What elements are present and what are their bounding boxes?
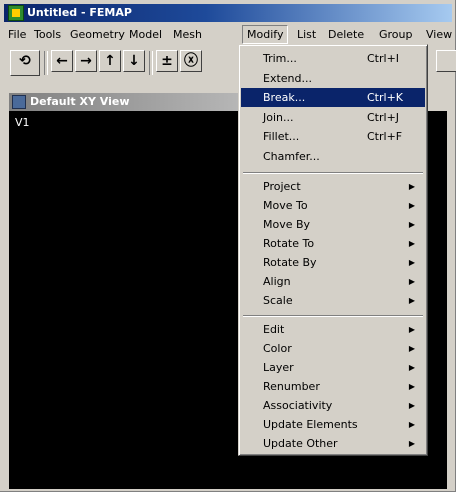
toolbar-separator xyxy=(149,51,153,75)
rotate-view-button[interactable]: ⟲ xyxy=(10,50,40,76)
menu-item-fillet[interactable]: Fillet... Ctrl+F xyxy=(241,127,425,146)
menu-item-rotate-to[interactable]: Rotate To ▶ xyxy=(241,234,425,253)
menu-delete[interactable]: Delete xyxy=(324,26,368,43)
submenu-arrow-icon: ▶ xyxy=(408,239,415,248)
menu-bar: File Tools Geometry Model Mesh Modify Li… xyxy=(4,24,452,44)
menu-item-rotate-by[interactable]: Rotate By ▶ xyxy=(241,253,425,272)
app-window: Untitled - FEMAP File Tools Geometry Mod… xyxy=(0,0,456,492)
menu-item-trim[interactable]: Trim... Ctrl+I xyxy=(241,49,425,68)
view-title-bar[interactable]: Default XY View xyxy=(9,93,247,111)
menu-item-project[interactable]: Project ▶ xyxy=(241,177,425,196)
menu-file[interactable]: File xyxy=(4,26,30,43)
menu-item-scale[interactable]: Scale ▶ xyxy=(241,291,425,310)
menu-view[interactable]: View xyxy=(422,26,456,43)
menu-item-move-by[interactable]: Move By ▶ xyxy=(241,215,425,234)
window-title: Untitled - FEMAP xyxy=(27,6,132,19)
submenu-arrow-icon: ▶ xyxy=(408,325,415,334)
toolbar-separator xyxy=(44,51,48,75)
menu-list[interactable]: List xyxy=(293,26,320,43)
submenu-arrow-icon: ▶ xyxy=(408,363,415,372)
plus-minus-button[interactable]: ± xyxy=(156,50,178,72)
rotate-x-button[interactable]: ⓧ xyxy=(180,50,202,72)
up-arrow-button[interactable]: ↑ xyxy=(99,50,121,72)
right-arrow-button[interactable]: → xyxy=(75,50,97,72)
menu-geometry[interactable]: Geometry xyxy=(66,26,129,43)
menu-item-join[interactable]: Join... Ctrl+J xyxy=(241,108,425,127)
menu-mesh[interactable]: Mesh xyxy=(169,26,206,43)
submenu-arrow-icon: ▶ xyxy=(408,344,415,353)
menu-item-edit[interactable]: Edit ▶ xyxy=(241,320,425,339)
submenu-arrow-icon: ▶ xyxy=(408,401,415,410)
menu-separator xyxy=(243,315,423,317)
menu-item-update-other[interactable]: Update Other ▶ xyxy=(241,434,425,453)
menu-item-update-elements[interactable]: Update Elements ▶ xyxy=(241,415,425,434)
menu-item-extend[interactable]: Extend... xyxy=(241,69,425,88)
menu-item-renumber[interactable]: Renumber ▶ xyxy=(241,377,425,396)
toolbar-overflow-button[interactable] xyxy=(436,50,456,72)
title-bar[interactable]: Untitled - FEMAP xyxy=(4,4,452,22)
menu-model[interactable]: Model xyxy=(125,26,166,43)
submenu-arrow-icon: ▶ xyxy=(408,296,415,305)
submenu-arrow-icon: ▶ xyxy=(408,420,415,429)
submenu-arrow-icon: ▶ xyxy=(408,201,415,210)
down-arrow-button[interactable]: ↓ xyxy=(123,50,145,72)
modify-menu-dropdown: Trim... Ctrl+I Extend... Break... Ctrl+K… xyxy=(238,44,428,456)
menu-item-chamfer[interactable]: Chamfer... xyxy=(241,147,425,166)
submenu-arrow-icon: ▶ xyxy=(408,439,415,448)
submenu-arrow-icon: ▶ xyxy=(408,182,415,191)
menu-modify[interactable]: Modify xyxy=(242,25,289,44)
menu-item-associativity[interactable]: Associativity ▶ xyxy=(241,396,425,415)
menu-item-move-to[interactable]: Move To ▶ xyxy=(241,196,425,215)
menu-item-break[interactable]: Break... Ctrl+K xyxy=(241,88,425,107)
submenu-arrow-icon: ▶ xyxy=(408,220,415,229)
menu-item-layer[interactable]: Layer ▶ xyxy=(241,358,425,377)
menu-group[interactable]: Group xyxy=(375,26,417,43)
menu-tools[interactable]: Tools xyxy=(30,26,65,43)
femap-app-icon xyxy=(8,5,24,21)
menu-separator xyxy=(243,172,423,174)
view-label: V1 xyxy=(15,116,30,129)
submenu-arrow-icon: ▶ xyxy=(408,382,415,391)
left-arrow-button[interactable]: ← xyxy=(51,50,73,72)
submenu-arrow-icon: ▶ xyxy=(408,277,415,286)
menu-item-align[interactable]: Align ▶ xyxy=(241,272,425,291)
view-icon xyxy=(12,95,26,109)
view-title: Default XY View xyxy=(30,95,130,108)
submenu-arrow-icon: ▶ xyxy=(408,258,415,267)
menu-item-color[interactable]: Color ▶ xyxy=(241,339,425,358)
